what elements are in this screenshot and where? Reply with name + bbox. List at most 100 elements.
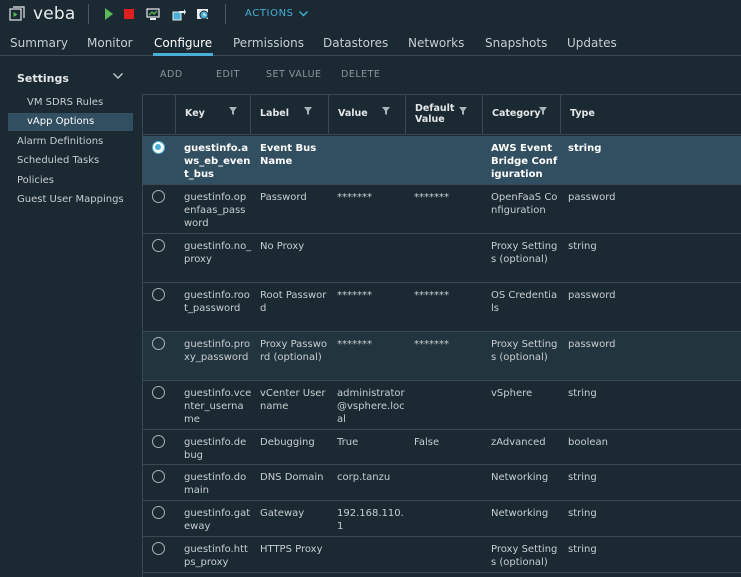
sidebar-item-policies[interactable]: Policies <box>17 175 54 186</box>
cell-key: guestinfo.root_password <box>184 290 250 314</box>
tab-snapshots[interactable]: Snapshots <box>485 36 547 50</box>
tab-permissions[interactable]: Permissions <box>233 36 304 50</box>
set-value-button[interactable]: SET VALUE <box>266 69 322 80</box>
snapshot-button[interactable] <box>196 7 210 21</box>
table-row[interactable]: guestinfo.domain DNS Domain corp.tanzu Netw… <box>143 465 741 501</box>
filter-icon[interactable] <box>304 107 312 115</box>
edit-button[interactable]: EDIT <box>216 69 240 80</box>
cell-type: password <box>568 192 616 203</box>
snapshot-icon <box>197 8 209 19</box>
cell-label: Proxy Password (optional) <box>260 339 327 363</box>
cell-category: OpenFaaS Configuration <box>491 192 558 216</box>
cell-category: Proxy Settings (optional) <box>491 241 558 265</box>
cell-label: Debugging <box>260 437 315 448</box>
migrate-button[interactable] <box>172 7 186 21</box>
column-header-label[interactable]: Label <box>250 95 328 135</box>
tab-updates[interactable]: Updates <box>567 36 617 50</box>
row-select-radio[interactable] <box>152 288 165 301</box>
cell-label: DNS Domain <box>260 472 324 483</box>
cell-value: administrator@vsphere.local <box>337 388 405 425</box>
actions-menu[interactable]: ACTIONS <box>245 8 308 19</box>
cell-category: Networking <box>491 472 549 483</box>
row-select-radio[interactable] <box>152 506 165 519</box>
filter-icon[interactable] <box>382 107 390 115</box>
tab-bar: Summary Monitor Configure Permissions Da… <box>0 30 741 56</box>
cell-label: Password <box>260 192 307 203</box>
cell-type: string <box>568 472 597 483</box>
tab-networks[interactable]: Networks <box>408 36 464 50</box>
row-select-radio[interactable] <box>152 435 165 448</box>
cell-key: guestinfo.https_proxy <box>184 544 248 568</box>
migrate-icon <box>172 8 186 20</box>
delete-button[interactable]: DELETE <box>341 69 380 80</box>
column-header-category[interactable]: Category <box>482 95 560 135</box>
table-row[interactable]: guestinfo.gateway Gateway 192.168.110.1 Net… <box>143 501 741 537</box>
tab-datastores[interactable]: Datastores <box>323 36 388 50</box>
table-row[interactable]: guestinfo.https_proxy HTTPS Proxy Proxy Se… <box>143 537 741 573</box>
cell-label: vCenter Username <box>260 388 326 412</box>
column-label: Type <box>570 108 595 119</box>
vapp-properties-grid: Key Label Value Default Value Category T… <box>142 94 741 577</box>
row-select-radio[interactable] <box>152 542 165 555</box>
sidebar-item-alarm-definitions[interactable]: Alarm Definitions <box>17 136 103 147</box>
sidebar-heading-settings[interactable]: Settings <box>17 72 69 85</box>
column-header-key[interactable]: Key <box>175 95 250 135</box>
launch-console-button[interactable] <box>146 7 160 21</box>
row-select-radio[interactable] <box>152 337 165 350</box>
table-row[interactable]: guestinfo.aws_eb_event_bus Event Bus Name… <box>143 136 741 185</box>
cell-label: Gateway <box>260 508 305 519</box>
cell-category: AWS EventBridge Configuration <box>491 143 558 180</box>
cell-default: ******* <box>414 192 449 203</box>
row-select-radio[interactable] <box>152 386 165 399</box>
cell-label: Event Bus Name <box>260 143 317 167</box>
sidebar-item-guest-user-mappings[interactable]: Guest User Mappings <box>17 194 124 205</box>
column-header-type[interactable]: Type <box>560 95 741 135</box>
chevron-down-icon[interactable] <box>113 73 123 80</box>
table-row[interactable]: guestinfo.openfaas_password Password *****… <box>143 185 741 234</box>
filter-icon[interactable] <box>459 107 467 115</box>
cell-type: string <box>568 241 597 252</box>
cell-value: ******* <box>337 339 372 350</box>
cell-default: ******* <box>414 339 449 350</box>
column-label: Category <box>492 108 541 119</box>
sidebar-item-scheduled-tasks[interactable]: Scheduled Tasks <box>17 155 99 166</box>
cell-type: string <box>568 388 597 399</box>
sidebar-item-vm-sdrs-rules[interactable]: VM SDRS Rules <box>27 97 103 108</box>
add-button[interactable]: ADD <box>160 69 183 80</box>
table-row[interactable]: guestinfo.root_password Root Password ****… <box>143 283 741 332</box>
cell-category: vSphere <box>491 388 533 399</box>
table-row[interactable]: guestinfo.debug Debugging True False zAdvanc… <box>143 430 741 465</box>
cell-type: string <box>568 143 602 154</box>
row-select-radio[interactable] <box>152 190 165 203</box>
row-select-radio[interactable] <box>152 141 165 154</box>
power-on-button[interactable] <box>102 7 116 21</box>
cell-value: ******* <box>337 192 372 203</box>
table-row[interactable]: guestinfo.proxy_password Proxy Password (… <box>143 332 741 381</box>
cell-label: Root Password <box>260 290 327 314</box>
toolbar-divider <box>225 4 226 24</box>
cell-category: Networking <box>491 508 549 519</box>
table-row[interactable]: guestinfo.no_proxy No Proxy Proxy Settings… <box>143 234 741 283</box>
actions-label: ACTIONS <box>245 8 294 19</box>
console-icon <box>146 7 160 20</box>
cell-type: password <box>568 339 616 350</box>
cell-value: ******* <box>337 290 372 301</box>
table-row[interactable]: guestinfo.vcenter_username vCenter Userna… <box>143 381 741 430</box>
column-header-default-value[interactable]: Default Value <box>405 95 482 135</box>
column-header-value[interactable]: Value <box>328 95 405 135</box>
power-off-button[interactable] <box>122 7 136 21</box>
tab-monitor[interactable]: Monitor <box>87 36 133 50</box>
row-select-radio[interactable] <box>152 239 165 252</box>
top-toolbar: veba ACTIONS <box>0 0 741 30</box>
cell-type: string <box>568 544 597 555</box>
filter-icon[interactable] <box>539 107 547 115</box>
tab-summary[interactable]: Summary <box>10 36 68 50</box>
cell-key: guestinfo.debug <box>184 437 247 461</box>
filter-icon[interactable] <box>229 107 237 115</box>
cell-key: guestinfo.domain <box>184 472 247 496</box>
grid-header: Key Label Value Default Value Category T… <box>143 95 741 135</box>
row-select-radio[interactable] <box>152 470 165 483</box>
tab-configure[interactable]: Configure <box>152 36 214 56</box>
sidebar-item-vapp-options[interactable]: vApp Options <box>27 116 94 127</box>
toolbar-divider <box>88 4 89 24</box>
